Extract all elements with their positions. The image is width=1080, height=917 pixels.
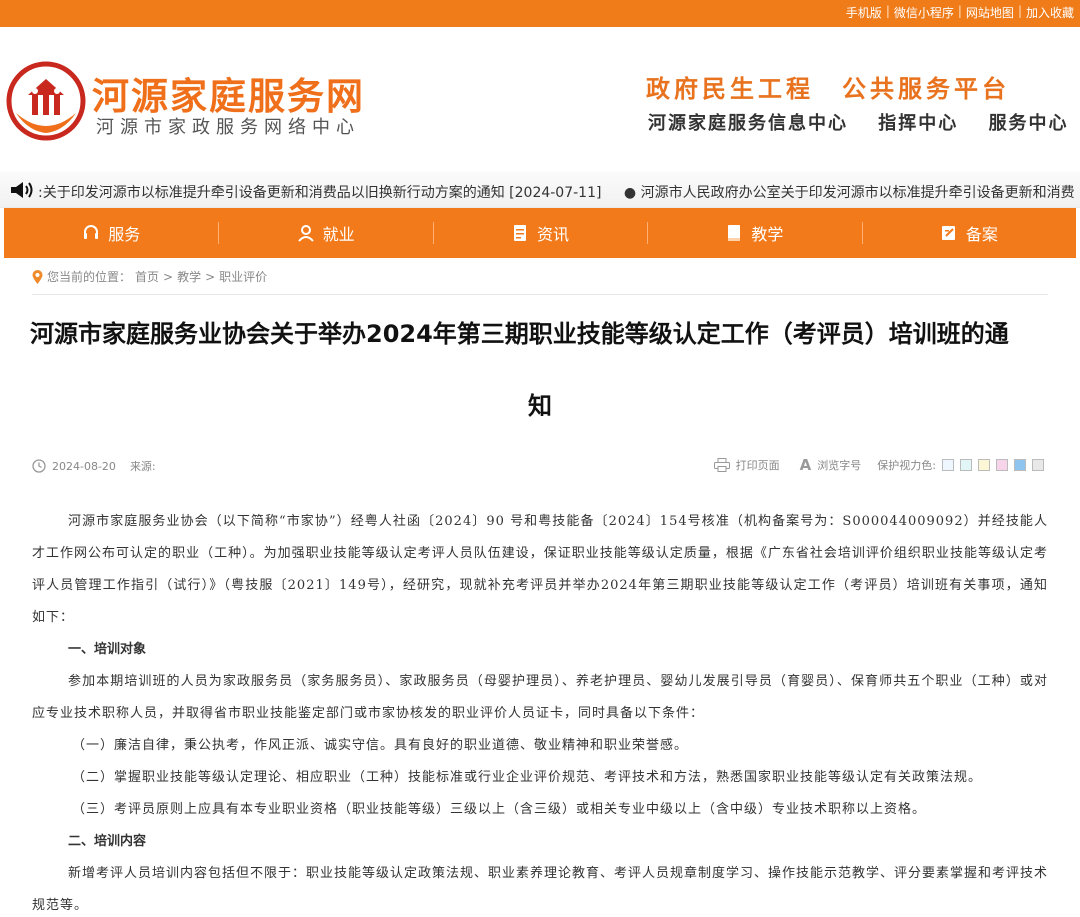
top-links: 手机版 | 微信小程序 | 网站地图 | 加入收藏 (846, 4, 1074, 21)
site-header: 河源家庭服务网 河源市家政服务网络中心 政府民生工程 公共服务平台 河源家庭服务… (0, 27, 1080, 172)
article-title: 河源市家庭服务业协会关于举办2024年第三期职业技能等级认定工作（考评员）培训班… (30, 312, 1050, 428)
separator: | (957, 4, 962, 18)
article-meta: 2024-08-20 来源: 打印页面 A 浏览字号 保护视力色: (32, 454, 1048, 478)
mini-program-link[interactable]: 微信小程序 (894, 4, 954, 21)
article-body: 河源市家庭服务业协会（以下简称“市家协”）经粤人社函〔2024〕90 号和粤技能… (32, 506, 1048, 917)
meta-left: 2024-08-20 来源: (32, 458, 156, 474)
print-button[interactable]: 打印页面 (736, 457, 780, 473)
site-logo-icon[interactable] (6, 61, 86, 141)
clock-icon (32, 459, 46, 473)
section-heading: 一、培训对象 (68, 642, 147, 657)
document-icon (514, 225, 526, 241)
nav-label: 服务 (108, 225, 141, 244)
site-title: 河源家庭服务网 (92, 75, 365, 118)
eye-color-swatch[interactable] (960, 459, 972, 471)
slogan-item: 服务中心 (988, 113, 1069, 134)
font-size-icon[interactable]: A (800, 456, 812, 474)
slogan-main: 政府民生工程 公共服务平台 (646, 74, 1010, 103)
mobile-link[interactable]: 手机版 (846, 4, 882, 21)
breadcrumb-sep: > (205, 269, 216, 284)
breadcrumb-evaluation[interactable]: 职业评价 (219, 268, 267, 285)
article-title-line: 知 (528, 392, 552, 420)
source-label: 来源: (129, 460, 156, 473)
top-bar: 手机版 | 微信小程序 | 网站地图 | 加入收藏 (0, 0, 1080, 27)
publish-date: 2024-08-20 (52, 459, 116, 473)
location-pin-icon (32, 269, 43, 284)
paragraph: （一）廉洁自律，秉公执考，作风正派、诚实守信。具有良好的职业道德、敬业精神和职业… (72, 738, 689, 753)
nav-item-record[interactable]: 备案 (861, 208, 1076, 258)
breadcrumb-teaching[interactable]: 教学 (177, 268, 201, 285)
paragraph: 河源市家庭服务业协会（以下简称“市家协”）经粤人社函〔2024〕90 号和粤技能… (32, 514, 1048, 625)
main-nav: 服务 就业 资讯 教学 备案 (4, 208, 1076, 258)
bookmark-link[interactable]: 加入收藏 (1026, 4, 1074, 21)
nav-item-employment[interactable]: 就业 (218, 208, 432, 258)
separator: | (1017, 4, 1022, 18)
eye-care-label: 保护视力色: (877, 459, 936, 472)
book-icon (728, 225, 741, 241)
article-title-line: 河源市家庭服务业协会关于举办2024年第三期职业技能等级认定工作（考评员）培训班… (30, 320, 1009, 348)
news-ticker: :关于印发河源市以标准提升牵引设备更新和消费品以旧换新行动方案的通知 [2024… (0, 172, 1080, 208)
paragraph: 新增考评人员培训内容包括但不限于：职业技能等级认定政策法规、职业素养理论教育、考… (32, 866, 1049, 913)
nav-item-service[interactable]: 服务 (4, 208, 218, 258)
breadcrumb-prefix: 您当前的位置： (47, 270, 132, 284)
ticker-item[interactable]: ● 河源市人民政府办公室关于印发河源市以标准提升牵引设备更新和消费 (624, 185, 1075, 201)
ticker-text: :关于印发河源市以标准提升牵引设备更新和消费品以旧换新行动方案的通知 [2024… (38, 182, 1080, 202)
sitemap-link[interactable]: 网站地图 (966, 4, 1014, 21)
breadcrumb-home[interactable]: 首页 (135, 268, 159, 285)
nav-label: 教学 (751, 225, 784, 244)
nav-label: 就业 (322, 225, 355, 244)
nav-label: 资讯 (537, 225, 570, 244)
eye-color-swatch[interactable] (1014, 459, 1026, 471)
eye-color-swatch[interactable] (978, 459, 990, 471)
nav-item-news[interactable]: 资讯 (432, 208, 647, 258)
slogan-item: 指挥中心 (878, 113, 959, 134)
eye-color-swatch[interactable] (1032, 459, 1044, 471)
nav-item-teaching[interactable]: 教学 (647, 208, 861, 258)
eye-color-swatch[interactable] (996, 459, 1008, 471)
meta-tools: 打印页面 A 浏览字号 保护视力色: (713, 456, 1044, 474)
site-subtitle: 河源市家政服务网络中心 (96, 117, 360, 138)
speaker-icon (11, 182, 33, 198)
slogan-item: 河源家庭服务信息中心 (648, 113, 848, 134)
edit-icon (941, 226, 955, 240)
font-size-button[interactable]: 浏览字号 (817, 457, 861, 473)
eye-color-swatch[interactable] (942, 459, 954, 471)
breadcrumb: 您当前的位置： 首页 > 教学 > 职业评价 (32, 267, 1048, 295)
paragraph: （二）掌握职业技能等级认定理论、相应职业（工种）技能标准或行业企业评价规范、考评… (72, 770, 983, 785)
separator: | (885, 4, 890, 18)
user-icon (297, 225, 314, 242)
slogan-items: 河源家庭服务信息中心 指挥中心 服务中心 (648, 109, 1080, 135)
section-heading: 二、培训内容 (68, 834, 147, 849)
printer-icon[interactable] (713, 458, 730, 472)
nav-label: 备案 (965, 225, 998, 244)
paragraph: （三）考评员原则上应具有本专业职业资格（职业技能等级）三级以上（含三级）或相关专… (72, 802, 927, 817)
paragraph: 参加本期培训班的人员为家政服务员（家务服务员）、家政服务员（母婴护理员）、养老护… (32, 674, 1048, 721)
ticker-item[interactable]: :关于印发河源市以标准提升牵引设备更新和消费品以旧换新行动方案的通知 [2024… (38, 185, 601, 201)
headset-icon (84, 225, 99, 239)
breadcrumb-sep: > (163, 269, 174, 284)
